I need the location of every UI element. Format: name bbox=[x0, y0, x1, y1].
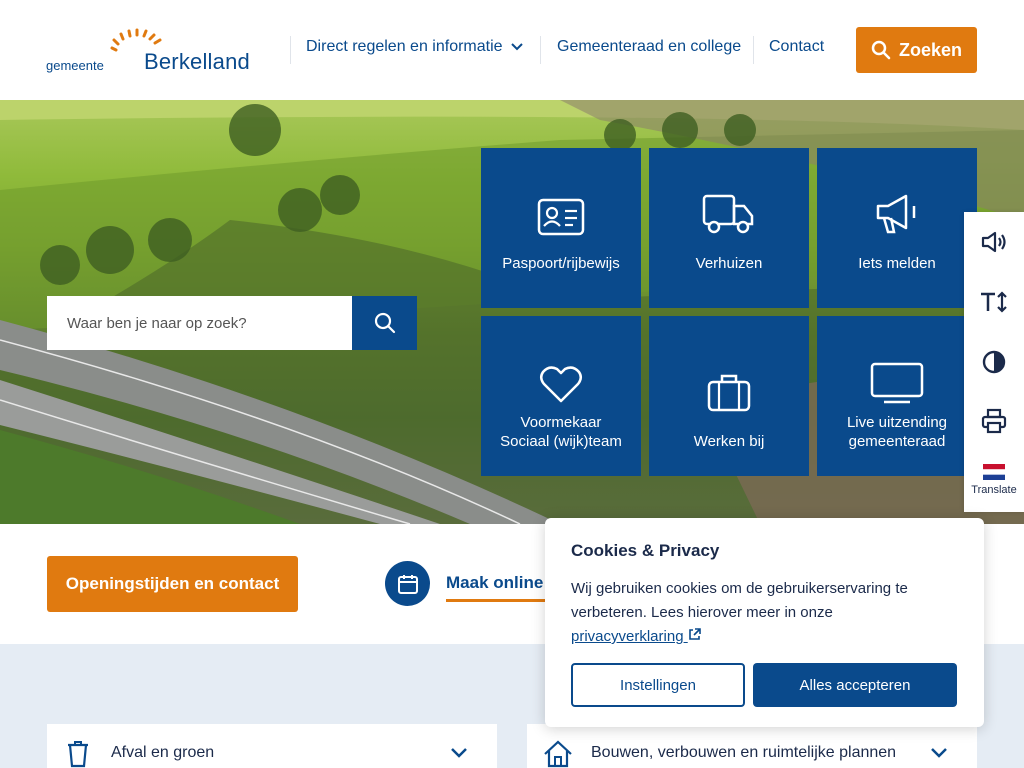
logo-text-small: gemeente bbox=[46, 58, 104, 73]
nav-contact[interactable]: Contact bbox=[769, 38, 824, 56]
search-button-label: Zoeken bbox=[898, 39, 963, 60]
contrast-icon bbox=[982, 350, 1006, 374]
tile-label: Live uitzending gemeenteraad bbox=[847, 413, 947, 451]
tile-label-line2: gemeenteraad bbox=[848, 433, 946, 450]
tile-voormekaar[interactable]: Voormekaar Sociaal (wijk)team bbox=[481, 316, 641, 476]
tile-label-line1: Voormekaar bbox=[520, 414, 602, 431]
tile-label: Voormekaar Sociaal (wijk)team bbox=[500, 413, 622, 451]
make-appointment-link[interactable]: Maak online bbox=[446, 573, 556, 602]
tile-live-uitzending[interactable]: Live uitzending gemeenteraad bbox=[817, 316, 977, 476]
search-submit-button[interactable] bbox=[352, 296, 417, 350]
tile-label: Verhuizen bbox=[695, 255, 763, 272]
tile-verhuizen[interactable]: Verhuizen bbox=[649, 148, 809, 308]
tile-paspoort[interactable]: Paspoort/rijbewijs bbox=[481, 148, 641, 308]
cookie-accept-all-button[interactable]: Alles accepteren bbox=[753, 663, 957, 707]
tile-werken-bij[interactable]: Werken bij bbox=[649, 316, 809, 476]
accordion-label: Afval en groen bbox=[111, 744, 215, 761]
tile-label-line1: Live uitzending bbox=[846, 414, 948, 431]
accordion-label: Bouwen, verbouwen en ruimtelijke plannen bbox=[591, 744, 897, 761]
nav-divider bbox=[540, 36, 541, 64]
tile-label: Werken bij bbox=[693, 433, 765, 450]
search-icon bbox=[374, 312, 395, 334]
printer-icon bbox=[981, 408, 1007, 434]
dutch-flag-icon bbox=[983, 464, 1005, 480]
read-aloud-button[interactable] bbox=[964, 230, 1024, 254]
nav-divider bbox=[753, 36, 754, 64]
accordion-bouwen[interactable]: Bouwen, verbouwen en ruimtelijke plannen bbox=[527, 724, 977, 768]
hero-search bbox=[47, 296, 417, 350]
nav-gemeenteraad[interactable]: Gemeenteraad en college bbox=[557, 38, 741, 56]
speaker-icon bbox=[981, 231, 1006, 253]
accordion-afval[interactable]: Afval en groen bbox=[47, 724, 497, 768]
accessibility-toolbar: Translate bbox=[964, 212, 1024, 512]
tile-label-line2: Sociaal (wijk)team bbox=[500, 433, 622, 450]
briefcase-icon bbox=[707, 362, 751, 412]
cookie-settings-button[interactable]: Instellingen bbox=[571, 663, 745, 707]
logo-text-big: Berkelland bbox=[144, 49, 250, 74]
house-icon bbox=[543, 740, 573, 768]
monitor-icon bbox=[870, 354, 924, 404]
translate-button[interactable]: Translate bbox=[964, 464, 1024, 496]
search-button[interactable]: Zoeken bbox=[856, 27, 977, 73]
logo[interactable]: gemeente Berkelland bbox=[46, 28, 251, 74]
cookie-body: Wij gebruiken cookies om de gebruikerser… bbox=[571, 580, 908, 621]
tile-label: Iets melden bbox=[858, 255, 936, 272]
search-input[interactable] bbox=[47, 296, 352, 350]
chevron-down-icon bbox=[510, 38, 523, 56]
chevron-down-icon bbox=[451, 745, 467, 763]
nav-label: Direct regelen en informatie bbox=[306, 38, 503, 56]
heart-icon bbox=[539, 354, 583, 404]
hero: Paspoort/rijbewijs Verhuizen Iets melden… bbox=[0, 100, 1024, 524]
privacy-link-label: privacyverklaring bbox=[571, 628, 684, 645]
cookie-dialog: Cookies & Privacy Wij gebruiken cookies … bbox=[545, 518, 984, 727]
truck-icon bbox=[702, 186, 756, 236]
print-button[interactable] bbox=[964, 408, 1024, 434]
id-card-icon bbox=[537, 186, 585, 236]
nav-divider bbox=[290, 36, 291, 64]
cookie-text: Wij gebruiken cookies om de gebruikerser… bbox=[571, 577, 931, 649]
trash-icon bbox=[63, 740, 93, 768]
external-link-icon bbox=[688, 628, 701, 640]
nav-direct-regelen[interactable]: Direct regelen en informatie bbox=[306, 38, 523, 56]
site-header: gemeente Berkelland Direct regelen en in… bbox=[0, 0, 1024, 100]
tile-label: Paspoort/rijbewijs bbox=[502, 255, 620, 272]
contrast-button[interactable] bbox=[964, 349, 1024, 375]
opening-hours-button[interactable]: Openingstijden en contact bbox=[47, 556, 298, 612]
cookie-title: Cookies & Privacy bbox=[571, 541, 720, 560]
megaphone-icon bbox=[874, 186, 920, 236]
text-size-icon bbox=[981, 291, 1007, 313]
chevron-down-icon bbox=[931, 745, 947, 763]
calendar-icon bbox=[385, 561, 430, 606]
text-size-button[interactable] bbox=[964, 290, 1024, 314]
tile-iets-melden[interactable]: Iets melden bbox=[817, 148, 977, 308]
privacy-link[interactable]: privacyverklaring bbox=[571, 628, 701, 645]
search-icon bbox=[871, 40, 891, 60]
translate-label: Translate bbox=[971, 484, 1017, 496]
